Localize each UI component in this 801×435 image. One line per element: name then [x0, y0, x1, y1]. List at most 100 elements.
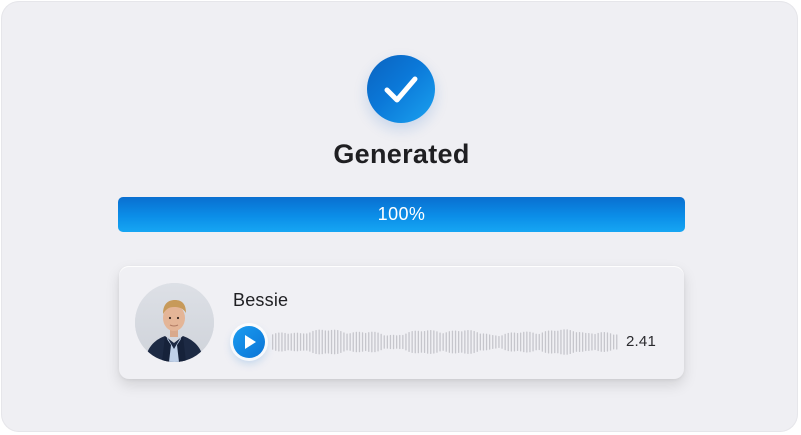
waveform-bar [495, 335, 497, 349]
waveform-bar [616, 334, 618, 350]
waveform-bar [309, 332, 311, 352]
waveform-bar [513, 332, 516, 352]
waveform-bar [458, 330, 460, 354]
waveform-bar [358, 331, 361, 353]
waveform-bar [585, 332, 587, 352]
waveform-bar [402, 334, 404, 350]
waveform-bar [343, 332, 345, 352]
waveform-bar [278, 332, 280, 352]
waveform-bar [352, 332, 354, 352]
waveform-bar [501, 335, 503, 349]
waveform-bar [371, 331, 373, 353]
waveform-bar [588, 333, 590, 351]
waveform-bar [420, 331, 423, 353]
waveform-bar [346, 333, 348, 351]
waveform-bar [340, 331, 342, 353]
waveform-bar [442, 333, 444, 351]
waveform-bar [464, 330, 466, 354]
waveform-bar [594, 333, 596, 351]
waveform-bar [318, 329, 320, 355]
waveform-bar [461, 331, 463, 353]
waveform-bar [507, 332, 509, 352]
success-badge [367, 55, 435, 123]
avatar [135, 283, 214, 362]
waveform-bar [349, 333, 351, 351]
waveform-bar [290, 333, 292, 351]
waveform-bar [411, 331, 413, 353]
waveform-bar [386, 335, 388, 349]
waveform-bar [479, 333, 481, 351]
waveform-bar [337, 330, 339, 354]
waveform-bar [383, 335, 385, 349]
voice-name: Bessie [233, 290, 289, 310]
waveform-bar [551, 330, 553, 354]
waveform-bar [324, 330, 326, 354]
waveform-bar [582, 332, 584, 352]
waveform-bar [467, 329, 469, 354]
waveform-bar [306, 333, 308, 351]
waveform-bar [408, 332, 410, 352]
voice-card[interactable]: Bessie 2.41 [119, 266, 684, 379]
waveform-bar [334, 329, 336, 355]
waveform-bar [436, 331, 438, 353]
waveform-bar [380, 333, 382, 351]
waveform-bar [365, 332, 367, 352]
waveform-bar [538, 333, 540, 351]
waveform-bar [504, 333, 506, 351]
waveform-bar [321, 329, 323, 355]
waveform-bar [498, 336, 500, 348]
waveform-bar [532, 332, 534, 352]
waveform-bar [554, 330, 556, 354]
status-title: Generated [333, 139, 470, 169]
waveform-bar [566, 329, 568, 355]
waveform-bar [520, 332, 522, 352]
progress-label: 100% [377, 204, 426, 224]
waveform-bar [303, 333, 305, 351]
waveform-bar [613, 334, 615, 350]
waveform-bar [451, 330, 454, 354]
waveform-bar [454, 330, 457, 354]
waveform-bar [374, 331, 376, 353]
waveform-bar [361, 332, 364, 352]
waveform-bar [560, 329, 562, 355]
waveform-bar [392, 334, 395, 350]
waveform-bar [312, 330, 314, 354]
waveform-bar [296, 332, 299, 352]
duration: 2.41 [626, 333, 656, 350]
waveform-bar [541, 332, 543, 352]
waveform-bar [544, 331, 547, 353]
waveform-bar [389, 334, 392, 350]
waveform-bar [299, 333, 302, 351]
waveform-bar [597, 332, 599, 352]
play-button[interactable] [233, 326, 265, 358]
audio-waveform[interactable] [272, 323, 621, 361]
waveform-bar [430, 330, 432, 354]
waveform-bar [445, 332, 447, 352]
waveform-bar [547, 330, 550, 354]
waveform-bar [557, 330, 559, 354]
waveform-bar [606, 332, 609, 352]
waveform-bar [482, 333, 485, 351]
checkmark-icon [384, 76, 418, 103]
waveform-bar [485, 333, 488, 351]
waveform-bar [526, 331, 528, 353]
waveform-bar [510, 332, 512, 352]
waveform-bar [427, 330, 429, 354]
waveform-bar [572, 331, 574, 353]
waveform-bar [609, 333, 612, 351]
waveform-bar [275, 333, 277, 351]
waveform-bar [281, 332, 283, 352]
waveform-bar [327, 330, 330, 354]
generation-card: Generated 100% Bessie 2.41 [1, 1, 798, 432]
waveform-bar [476, 332, 478, 352]
play-icon [245, 335, 256, 349]
waveform-bar [569, 329, 571, 355]
waveform-bar [355, 331, 357, 353]
waveform-bar [575, 332, 578, 352]
waveform-bar [439, 332, 441, 352]
waveform-bar [377, 332, 379, 352]
waveform-bar [535, 333, 537, 351]
waveform-bar [368, 332, 370, 352]
waveform-bar [516, 333, 519, 351]
waveform-bar [315, 329, 317, 355]
